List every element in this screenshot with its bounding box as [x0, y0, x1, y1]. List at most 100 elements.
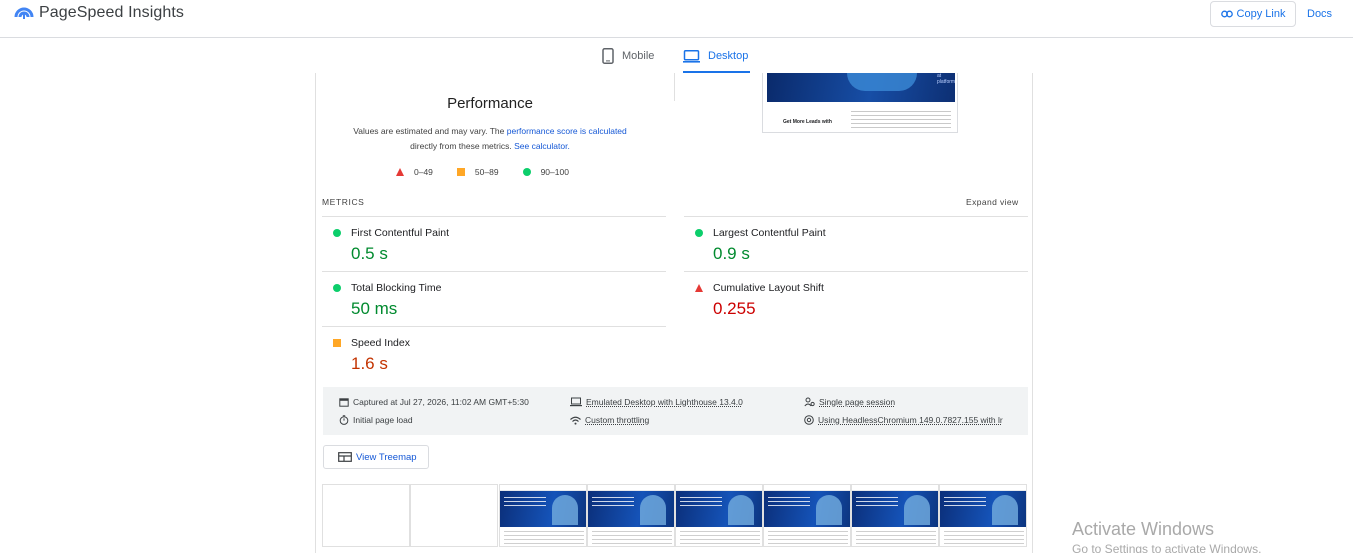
- frame-hero-text: [592, 497, 634, 507]
- frame-hero-text: [680, 497, 722, 507]
- runtime-page-load: Initial page load: [339, 415, 413, 425]
- metric-total-blocking-time: Total Blocking Time 50 ms: [322, 271, 666, 326]
- link-icon: [1220, 10, 1233, 18]
- throttling-text: Custom throttling: [585, 415, 650, 425]
- score-calculated-link[interactable]: performance score is calculated: [507, 126, 627, 136]
- legend-average: 50–89: [456, 167, 499, 177]
- see-calculator-link[interactable]: See calculator.: [514, 141, 570, 151]
- final-screenshot[interactable]: at platform Get More Leads with: [762, 73, 958, 133]
- metric-first-contentful-paint: First Contentful Paint 0.5 s: [322, 216, 666, 271]
- frame-body-lines: [768, 531, 848, 545]
- frame-body-lines: [856, 531, 936, 545]
- filmstrip: [322, 484, 1028, 549]
- copy-link-button[interactable]: Copy Link: [1210, 1, 1296, 27]
- triangle-icon: [396, 168, 404, 176]
- performance-title: Performance: [447, 95, 533, 112]
- filmstrip-frame[interactable]: [675, 484, 763, 547]
- frame-hero-image: [816, 495, 842, 525]
- thumb-text-lines: [851, 111, 951, 129]
- metric-speed-index: Speed Index 1.6 s: [322, 326, 666, 381]
- column-divider: [674, 73, 675, 101]
- filmstrip-frame[interactable]: [763, 484, 851, 547]
- filmstrip-frame[interactable]: [851, 484, 939, 547]
- docs-link[interactable]: Docs: [1307, 8, 1332, 20]
- view-treemap-button[interactable]: View Treemap: [323, 445, 429, 469]
- performance-gauge: [471, 73, 537, 75]
- laptop-icon: [683, 49, 700, 63]
- performance-note: Values are estimated and may vary. The p…: [328, 124, 652, 154]
- tab-mobile-label: Mobile: [622, 50, 655, 62]
- frame-hero-text: [944, 497, 986, 507]
- filmstrip-frame[interactable]: [410, 484, 498, 547]
- activate-windows-subtitle: Go to Settings to activate Windows.: [1072, 542, 1262, 553]
- runtime-settings: Captured at Jul 27, 2026, 11:02 AM GMT+5…: [323, 387, 1028, 435]
- good-indicator-icon: [695, 229, 703, 237]
- runtime-emulation[interactable]: Emulated Desktop with Lighthouse 13.4.0: [570, 397, 743, 407]
- frame-hero-image: [992, 495, 1018, 525]
- frame-body-lines: [680, 531, 760, 545]
- circle-icon: [522, 168, 531, 176]
- note-prefix: Values are estimated and may vary. The: [353, 126, 507, 136]
- metrics-heading: METRICS: [322, 197, 365, 207]
- treemap-icon: [338, 452, 352, 462]
- person-icon: [804, 397, 815, 407]
- runtime-session[interactable]: Single page session: [804, 397, 895, 407]
- frame-hero-text: [768, 497, 810, 507]
- frame-body-lines: [944, 531, 1024, 545]
- legend-good-label: 90–100: [540, 167, 569, 177]
- filmstrip-frame[interactable]: [322, 484, 410, 547]
- thumb-hero-image: [847, 73, 917, 91]
- metric-cumulative-layout-shift: Cumulative Layout Shift 0.255: [684, 271, 1028, 326]
- session-text: Single page session: [819, 397, 896, 407]
- frame-hero-text: [504, 497, 546, 507]
- wifi-icon: [570, 416, 581, 425]
- thumb-hero: at platform: [767, 73, 955, 102]
- stopwatch-icon: [339, 415, 349, 425]
- metric-value: 0.9 s: [713, 244, 750, 263]
- tab-mobile[interactable]: Mobile: [602, 39, 654, 73]
- legend-good: 90–100: [522, 167, 569, 177]
- runtime-throttling[interactable]: Custom throttling: [570, 415, 649, 425]
- good-indicator-icon: [333, 229, 341, 237]
- metric-largest-contentful-paint: Largest Contentful Paint 0.9 s: [684, 216, 1028, 271]
- emulation-text: Emulated Desktop with Lighthouse 13.4.0: [586, 397, 743, 407]
- filmstrip-frame[interactable]: [939, 484, 1027, 547]
- frame-body-lines: [592, 531, 672, 545]
- top-bar: PageSpeed Insights Copy Link Docs: [0, 0, 1353, 38]
- page-load-text: Initial page load: [353, 415, 413, 425]
- metric-value: 0.5 s: [351, 244, 388, 263]
- average-indicator-icon: [333, 339, 341, 347]
- calendar-icon: [339, 398, 349, 407]
- phone-icon: [602, 48, 614, 64]
- browser-text: Using HeadlessChromium 149.0.7827.155 wi…: [818, 415, 1003, 425]
- runtime-captured: Captured at Jul 27, 2026, 11:02 AM GMT+5…: [339, 397, 529, 407]
- frame-body-lines: [504, 531, 584, 545]
- device-tabs: Mobile Desktop: [0, 39, 1353, 73]
- metric-name: Total Blocking Time: [351, 282, 442, 294]
- brand[interactable]: PageSpeed Insights: [14, 3, 184, 23]
- frame-hero-image: [904, 495, 930, 525]
- laptop-icon: [570, 397, 582, 407]
- metric-name: Largest Contentful Paint: [713, 227, 826, 239]
- app-title: PageSpeed Insights: [39, 4, 185, 21]
- expand-view-toggle[interactable]: Expand view: [966, 197, 1019, 207]
- metric-name: Speed Index: [351, 337, 410, 349]
- metric-value: 1.6 s: [351, 354, 388, 373]
- view-treemap-label: View Treemap: [356, 451, 417, 463]
- captured-text: Captured at Jul 27, 2026, 11:02 AM GMT+5…: [353, 397, 529, 407]
- thumb-subheading: Get More Leads with: [783, 119, 832, 125]
- metric-name: Cumulative Layout Shift: [713, 282, 824, 294]
- metric-name: First Contentful Paint: [351, 227, 450, 239]
- runtime-browser[interactable]: Using HeadlessChromium 149.0.7827.155 wi…: [804, 415, 1003, 425]
- frame-hero-image: [640, 495, 666, 525]
- filmstrip-frame[interactable]: [587, 484, 675, 547]
- activate-windows-title: Activate Windows: [1072, 519, 1215, 539]
- note-middle: directly from these metrics.: [410, 141, 515, 151]
- pagespeed-logo-icon: [14, 7, 34, 19]
- tab-desktop[interactable]: Desktop: [683, 39, 748, 73]
- legend-poor-label: 0–49: [414, 167, 433, 177]
- copy-link-label: Copy Link: [1236, 8, 1286, 20]
- filmstrip-frame[interactable]: [499, 484, 587, 547]
- frame-hero-text: [856, 497, 898, 507]
- good-indicator-icon: [333, 284, 341, 292]
